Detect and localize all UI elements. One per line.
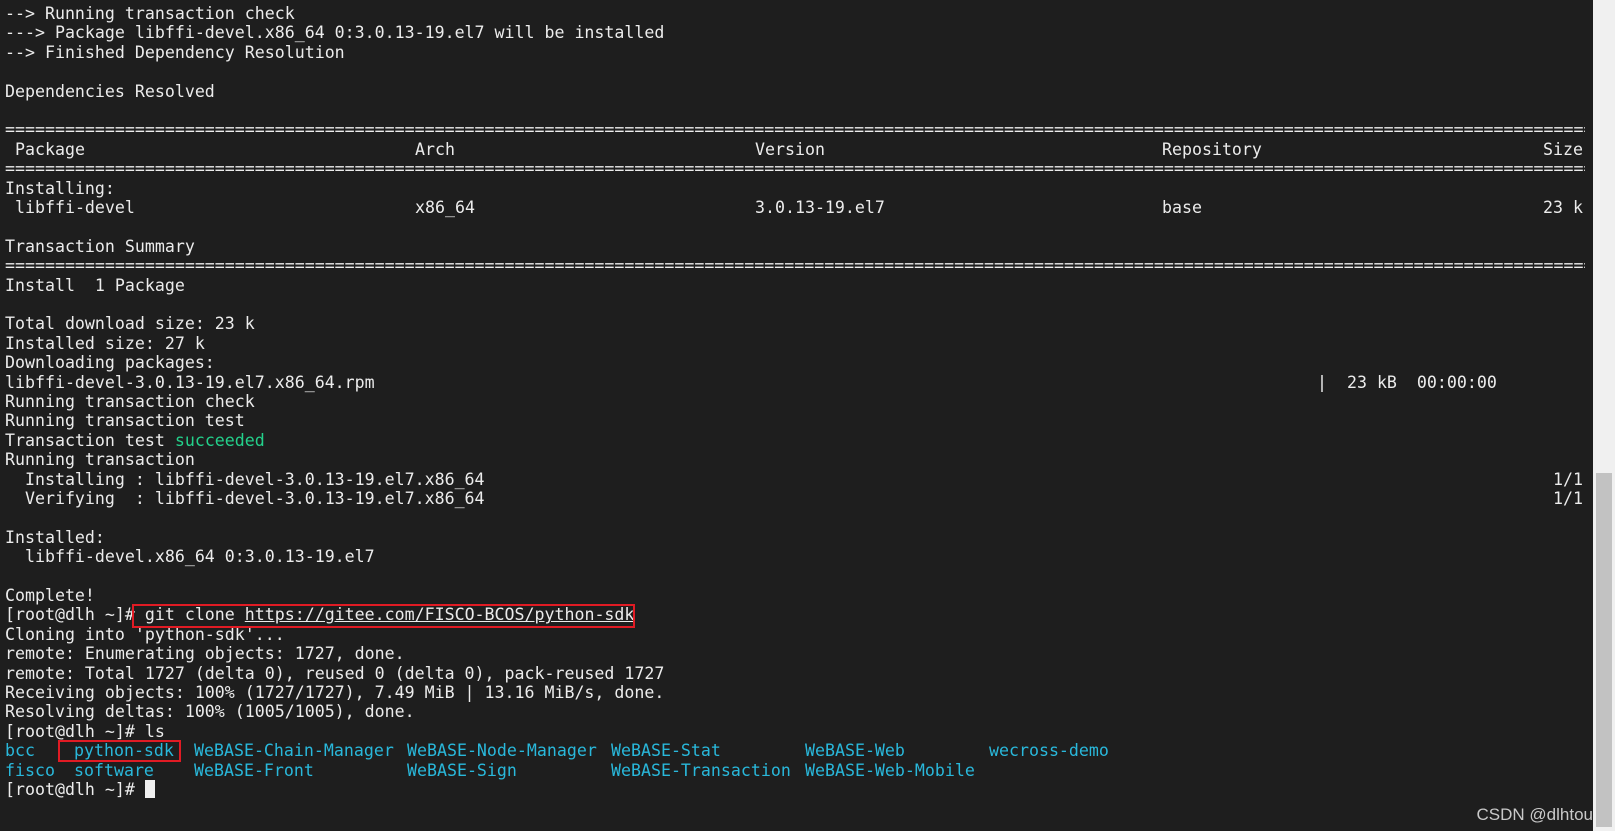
download-line: libffi-devel-3.0.13-19.el7.x86_64.rpm | … [5,373,1585,393]
output-line: --> Finished Dependency Resolution [5,42,345,62]
directory-entry: WeBASE-Front [194,760,314,780]
output-line: remote: Enumerating objects: 1727, done. [5,644,405,664]
step-text: Installing : libffi-devel-3.0.13-19.el7.… [5,469,485,489]
package-name-cell: libffi-devel [15,198,135,217]
column-header-package: Package [15,139,85,159]
directory-entry: WeBASE-Node-Manager [407,741,597,761]
column-header-arch: Arch [415,139,455,159]
directory-entry: WeBASE-Sign [407,760,517,780]
column-header-version: Version [755,139,825,159]
scrollbar-thumb[interactable] [1596,473,1612,827]
table-row: libffi-devel x86_64 3.0.13-19.el7 base 2… [5,198,1585,218]
terminal-output[interactable]: --> Running transaction check ---> Packa… [5,4,1585,827]
directory-entry: WeBASE-Stat [611,741,721,761]
complete-line: Complete! [5,586,95,605]
transaction-summary-heading: Transaction Summary [5,236,195,256]
download-filename: libffi-devel-3.0.13-19.el7.x86_64.rpm [5,372,375,392]
shell-prompt: [root@dlh ~]# [5,605,135,625]
installed-label: Installed: [5,527,105,547]
installed-package: libffi-devel.x86_64 0:3.0.13-19.el7 [5,547,375,567]
version-cell: 3.0.13-19.el7 [755,198,885,217]
step-line: Installing : libffi-devel-3.0.13-19.el7.… [5,470,1585,490]
ls-output-row: fisco software WeBASE-Front WeBASE-Sign … [5,761,1585,781]
step-count: 1/1 [1553,489,1583,508]
output-line: Downloading packages: [5,353,215,373]
step-line: Verifying : libffi-devel-3.0.13-19.el7.x… [5,489,1585,509]
output-line: Running transaction [5,450,195,470]
output-line: --> Running transaction check [5,4,295,23]
ls-command: ls [134,721,165,741]
vertical-scrollbar[interactable] [1593,0,1615,831]
output-line: ---> Package libffi-devel.x86_64 0:3.0.1… [5,23,665,43]
ls-command-line: [root@dlh ~]# ls [5,722,165,742]
directory-entry: WeBASE-Chain-Manager [194,741,394,761]
output-line: Resolving deltas: 100% (1005/1005), done… [5,702,415,722]
transaction-test-prefix: Transaction test [5,430,175,450]
directory-entry: bcc [5,741,35,761]
current-prompt-line[interactable]: [root@dlh ~]# [5,780,155,800]
success-status: succeeded [174,430,265,450]
separator-rule: ========================================… [5,256,1585,276]
install-count-line: Install 1 Package [5,275,185,295]
directory-entry: WeBASE-Transaction [611,760,791,780]
output-line: remote: Total 1727 (delta 0), reused 0 (… [5,663,665,683]
shell-prompt: [root@dlh ~]# [5,721,135,741]
arch-cell: x86_64 [415,198,475,217]
highlight-box-git-clone [132,604,635,628]
output-line: Running transaction test [5,411,245,431]
directory-entry: fisco [5,760,55,780]
output-line: Running transaction check [5,392,255,411]
output-line: Installed size: 27 k [5,333,205,353]
directory-entry: WeBASE-Web [805,741,905,761]
output-line: Receiving objects: 100% (1727/1727), 7.4… [5,683,665,702]
shell-prompt: [root@dlh ~]# [5,780,135,799]
separator-rule: ========================================… [5,120,1585,140]
size-cell: 23 k [1543,198,1583,217]
column-header-size: Size [1543,139,1583,159]
directory-entry: WeBASE-Web-Mobile [805,760,975,780]
output-line: Total download size: 23 k [5,314,255,334]
separator-rule: ========================================… [5,159,1585,179]
transaction-test-line: Transaction test succeeded [5,431,265,451]
output-line: Dependencies Resolved [5,81,215,101]
download-progress: | 23 kB 00:00:00 [1317,372,1497,392]
ls-output-row: bcc python-sdk WeBASE-Chain-Manager WeBA… [5,741,1585,761]
step-text: Verifying : libffi-devel-3.0.13-19.el7.x… [5,489,485,508]
column-header-repository: Repository [1162,139,1262,159]
repository-cell: base [1162,198,1202,217]
highlight-box-python-sdk [58,740,181,762]
directory-entry: wecross-demo [989,741,1109,761]
step-count: 1/1 [1553,469,1583,489]
directory-entry: software [74,760,154,780]
table-section-label: Installing: [5,178,115,198]
table-header-row: Package Arch Version Repository Size [5,140,1585,160]
watermark: CSDN @dlhtou [1476,805,1593,824]
text-cursor [144,780,155,798]
